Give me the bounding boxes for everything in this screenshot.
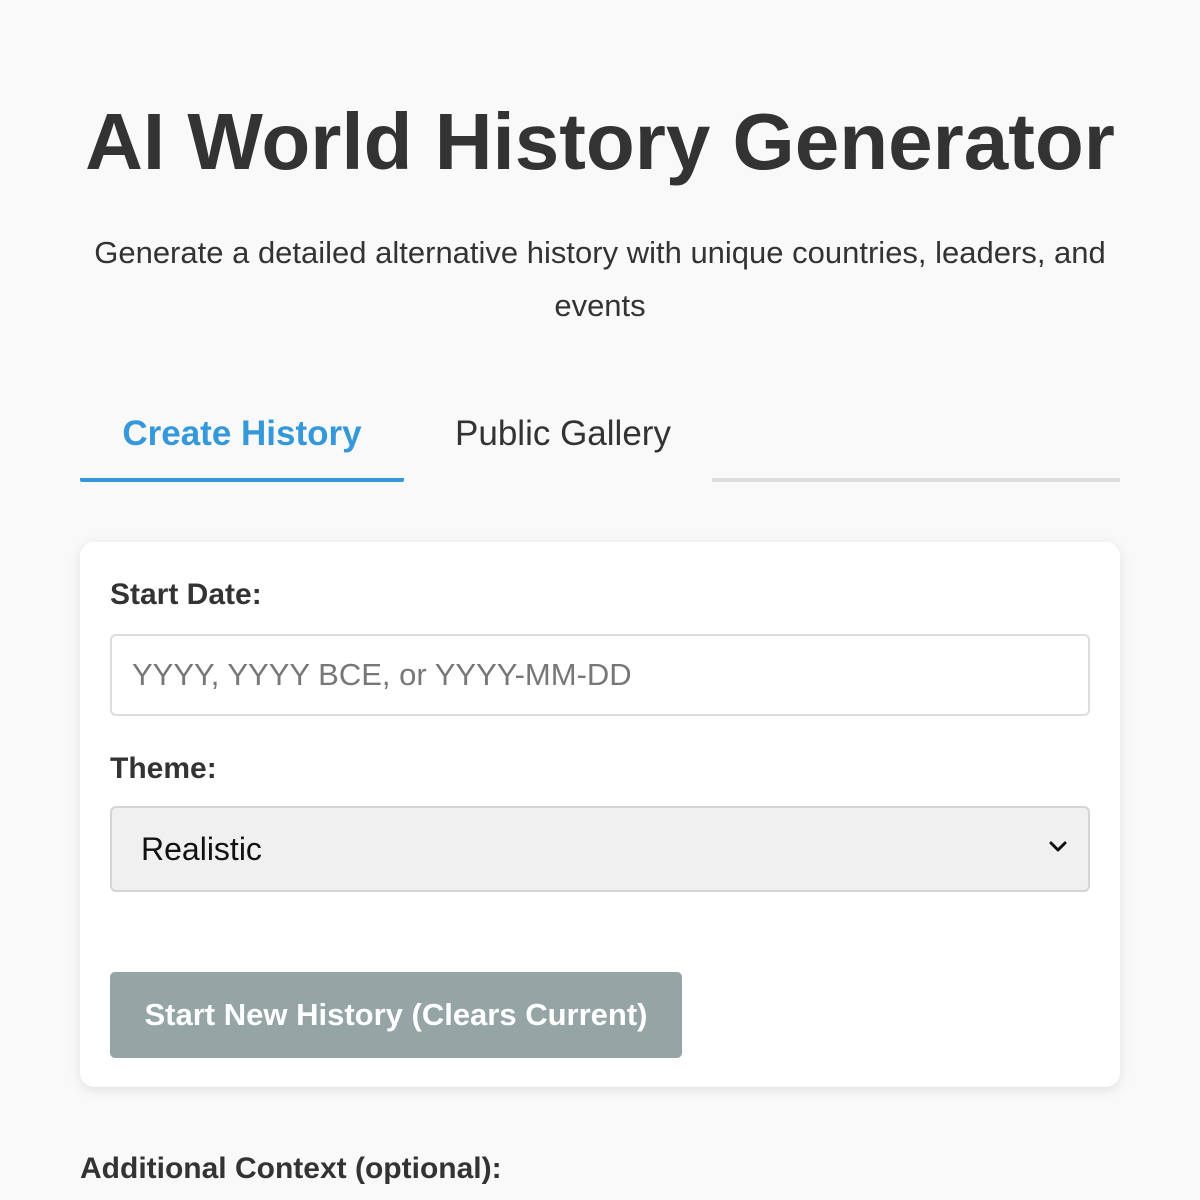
theme-label: Theme: xyxy=(110,752,217,785)
additional-context-label: Additional Context (optional): xyxy=(80,1152,502,1185)
tab-bar-divider xyxy=(712,478,1120,482)
tab-bar: Create History Public Gallery xyxy=(80,390,1120,482)
tab-public-gallery[interactable]: Public Gallery xyxy=(404,390,722,478)
theme-select[interactable]: Realistic xyxy=(110,806,1090,892)
chevron-down-icon xyxy=(1049,841,1067,852)
page: AI World History Generator Generate a de… xyxy=(0,0,1200,1200)
theme-select-value: Realistic xyxy=(141,830,262,867)
start-date-input[interactable] xyxy=(110,634,1090,716)
page-title: AI World History Generator xyxy=(85,97,1115,186)
page-subtitle: Generate a detailed alternative history … xyxy=(94,235,1106,323)
create-history-form: Start Date: Theme: Realistic Start New H… xyxy=(80,542,1120,1087)
start-new-history-button[interactable]: Start New History (Clears Current) xyxy=(110,972,682,1058)
start-date-label: Start Date: xyxy=(110,578,262,611)
tab-create-history[interactable]: Create History xyxy=(80,390,404,482)
